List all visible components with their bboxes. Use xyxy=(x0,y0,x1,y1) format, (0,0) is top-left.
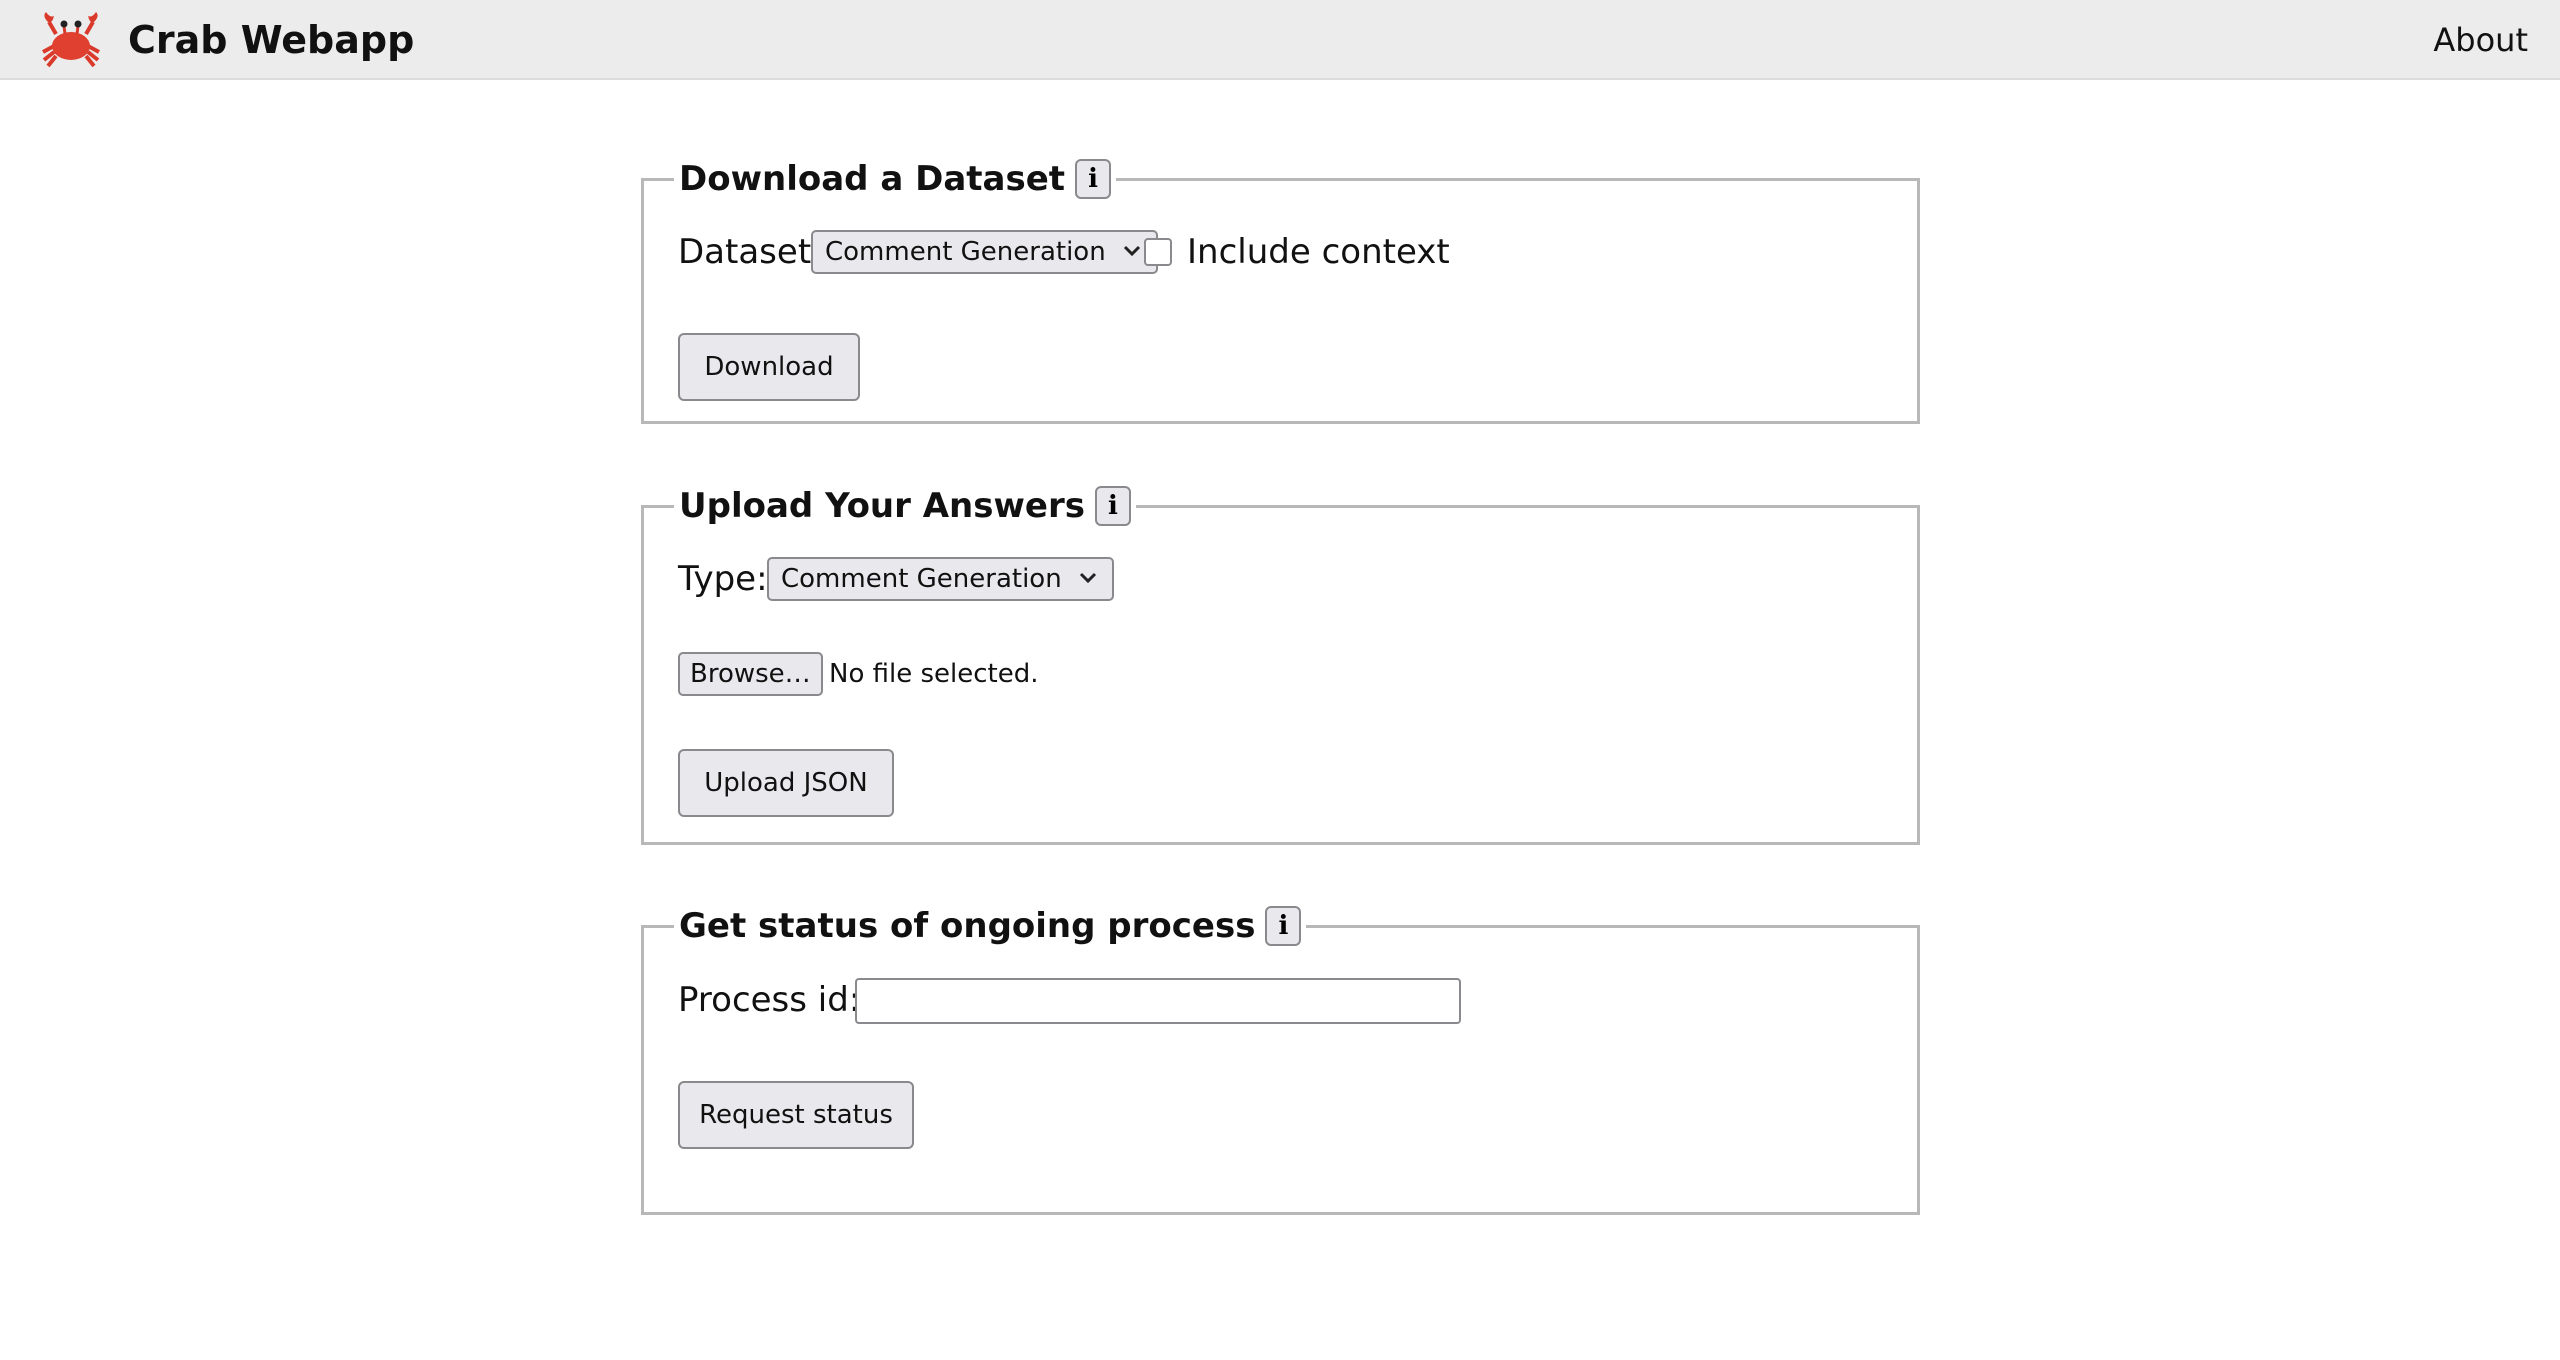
type-selected-value: Comment Generation xyxy=(781,564,1062,594)
request-status-button[interactable]: Request status xyxy=(678,1081,914,1149)
process-status-legend: Get status of ongoing process i xyxy=(674,900,1306,952)
include-context-checkbox[interactable] xyxy=(1144,238,1172,266)
info-icon[interactable]: i xyxy=(1075,159,1112,199)
download-dataset-legend: Download a Dataset i xyxy=(674,153,1116,205)
download-button[interactable]: Download xyxy=(678,333,860,401)
panel-title: Get status of ongoing process xyxy=(679,906,1256,946)
upload-json-button[interactable]: Upload JSON xyxy=(678,749,894,817)
include-context-label[interactable]: Include context xyxy=(1187,230,1450,274)
type-select[interactable]: Comment Generation xyxy=(767,557,1114,601)
panel-title: Download a Dataset xyxy=(679,159,1066,199)
type-label: Type: xyxy=(678,559,768,599)
chevron-down-icon xyxy=(1123,245,1140,257)
dataset-selected-value: Comment Generation xyxy=(825,237,1106,267)
dataset-select[interactable]: Comment Generation xyxy=(811,230,1158,274)
chevron-down-icon xyxy=(1079,572,1096,584)
panel-title: Upload Your Answers xyxy=(679,486,1085,526)
crab-icon xyxy=(42,12,100,68)
upload-answers-panel: Upload Your Answers i Type: Comment Gene… xyxy=(641,480,1920,845)
browse-file-button[interactable]: Browse… xyxy=(678,652,823,696)
upload-answers-legend: Upload Your Answers i xyxy=(674,480,1136,532)
file-status-text: No file selected. xyxy=(829,659,1039,689)
nav-link-about[interactable]: About xyxy=(2433,16,2528,64)
info-icon[interactable]: i xyxy=(1094,486,1131,526)
info-icon[interactable]: i xyxy=(1265,906,1302,946)
process-id-input[interactable] xyxy=(855,978,1461,1024)
process-status-panel: Get status of ongoing process i Process … xyxy=(641,900,1920,1215)
process-id-label: Process id: xyxy=(678,980,861,1020)
top-navbar: Crab Webapp About xyxy=(0,0,2560,80)
dataset-label: Dataset: xyxy=(678,232,823,272)
download-dataset-panel: Download a Dataset i Dataset: Comment Ge… xyxy=(641,153,1920,424)
app-title[interactable]: Crab Webapp xyxy=(128,14,414,66)
